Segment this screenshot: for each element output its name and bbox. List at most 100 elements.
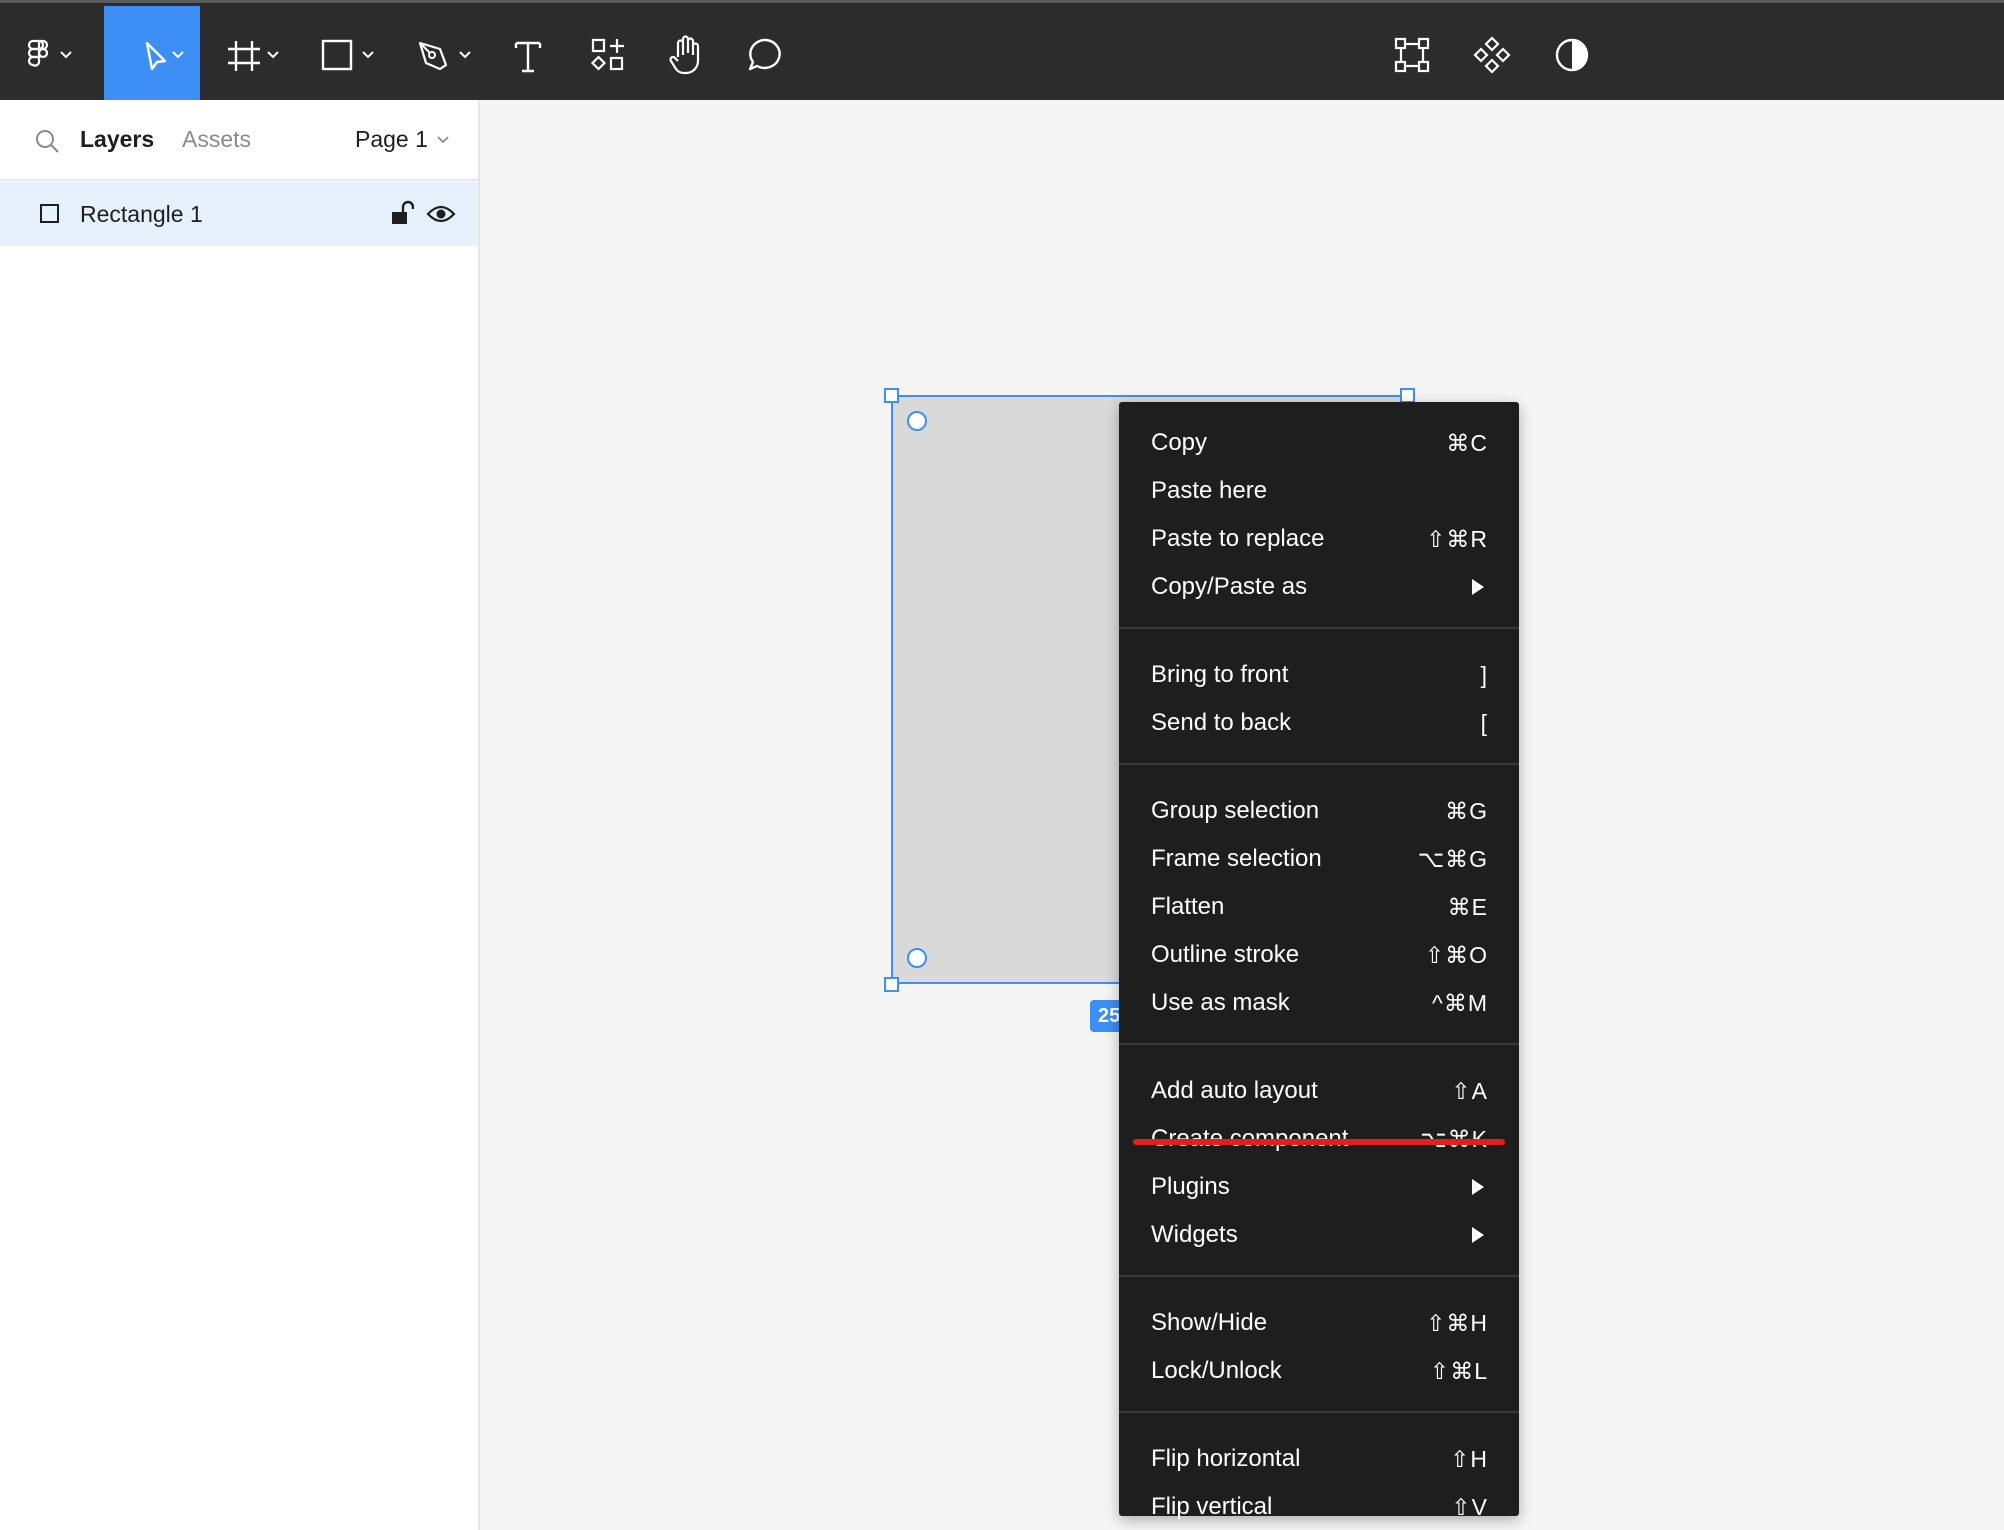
submenu-arrow-icon — [1472, 579, 1484, 595]
menu-item-group-selection[interactable]: Group selection ⌘G — [1119, 788, 1519, 834]
resize-handle-top-right[interactable] — [1400, 388, 1415, 403]
pen-nib-icon — [418, 41, 471, 70]
left-panel: Layers Assets Page 1 Rectangle 1 — [0, 100, 480, 1530]
menu-item-shortcut: ⌘C — [1446, 429, 1488, 456]
menu-item-label: Copy/Paste as — [1151, 573, 1308, 600]
menu-item-bring-to-front[interactable]: Bring to front] — [1119, 652, 1519, 698]
menu-item-copy[interactable]: Copy ⌘C — [1119, 420, 1519, 466]
context-menu: Copy ⌘C Paste here Paste to replace ⇧⌘R Copy/… — [1119, 402, 1519, 1520]
resources-tool-button[interactable] — [588, 6, 628, 103]
menu-item-outline-stroke[interactable]: Outline stroke ⇧⌘O — [1119, 932, 1519, 978]
menu-item-label: Outline stroke — [1151, 941, 1300, 968]
highlight-underline — [1133, 1139, 1505, 1145]
resize-handle-bottom-left[interactable] — [884, 977, 899, 992]
menu-item-shortcut: ⌥⌘G — [1417, 845, 1488, 872]
page-selector[interactable]: Page 1 — [355, 126, 450, 153]
menu-item-flip-vertical[interactable]: Flip vertical ⇧V — [1119, 1484, 1519, 1530]
menu-item-lock-unlock[interactable]: Lock/Unlock ⇧⌘L — [1119, 1348, 1519, 1394]
menu-separator — [1119, 1411, 1519, 1413]
chevron-down-icon — [437, 135, 449, 143]
frame-hash-icon — [228, 40, 279, 71]
text-t-icon — [514, 41, 542, 72]
tab-assets[interactable]: Assets — [182, 126, 251, 153]
comment-bubble-icon — [748, 38, 781, 70]
resize-handle-top-left[interactable] — [884, 388, 899, 403]
menu-separator — [1119, 763, 1519, 765]
frame-tool-button[interactable] — [222, 6, 288, 103]
menu-item-label: Group selection — [1151, 797, 1320, 824]
menu-item-shortcut: ⌘E — [1447, 893, 1488, 920]
menu-separator — [1119, 1275, 1519, 1277]
menu-item-label: Use as mask — [1151, 989, 1290, 1016]
create-component-button[interactable] — [1472, 6, 1512, 103]
menu-item-flip-horizontal[interactable]: Flip horizontal ⇧H — [1119, 1436, 1519, 1482]
submenu-arrow-icon — [1472, 1227, 1484, 1243]
menu-item-shortcut: ⌘G — [1445, 797, 1488, 824]
menu-item-label: Widgets — [1151, 1221, 1238, 1248]
menu-separator — [1119, 627, 1519, 629]
page-name: Page 1 — [355, 126, 428, 152]
menu-item-widgets[interactable]: Widgets — [1119, 1212, 1519, 1258]
menu-item-label: Flatten — [1151, 893, 1225, 920]
figma-menu-button[interactable] — [18, 6, 84, 103]
menu-item-shortcut: ] — [1480, 661, 1488, 688]
menu-item-copy-paste-as[interactable]: Copy/Paste as — [1119, 564, 1519, 610]
rectangle-layer-icon — [40, 204, 59, 223]
search-icon[interactable] — [34, 128, 60, 154]
move-tool-button[interactable] — [104, 6, 200, 103]
toolbar — [0, 0, 2004, 103]
menu-separator — [1119, 1043, 1519, 1045]
menu-item-label: Frame selection — [1151, 845, 1322, 872]
menu-item-label: Bring to front — [1151, 661, 1289, 688]
menu-item-shortcut: ⇧⌘R — [1426, 525, 1488, 552]
layer-row[interactable]: Rectangle 1 — [0, 182, 478, 246]
menu-item-label: Paste to replace — [1151, 525, 1325, 552]
menu-item-label: Flip vertical — [1151, 1493, 1273, 1520]
layer-name: Rectangle 1 — [80, 201, 203, 227]
menu-item-shortcut: ⇧⌘O — [1424, 941, 1488, 968]
component-diamond-icon — [1473, 35, 1511, 74]
dark-mode-button[interactable] — [1552, 6, 1592, 103]
menu-item-label: Paste here — [1151, 477, 1268, 504]
panel-header: Layers Assets Page 1 — [0, 100, 478, 181]
menu-item-shortcut: ⇧V — [1451, 1493, 1488, 1520]
menu-item-label: Flip horizontal — [1151, 1445, 1301, 1472]
corner-radius-handle[interactable] — [907, 411, 927, 431]
menu-item-plugins[interactable]: Plugins — [1119, 1164, 1519, 1210]
submenu-arrow-icon — [1472, 1179, 1484, 1195]
unlock-icon[interactable] — [390, 200, 414, 228]
menu-item-show-hide[interactable]: Show/Hide ⇧⌘H — [1119, 1300, 1519, 1346]
edit-object-button[interactable] — [1392, 6, 1432, 103]
menu-item-frame-selection[interactable]: Frame selection ⌥⌘G — [1119, 836, 1519, 882]
menu-item-label: Show/Hide — [1151, 1309, 1268, 1336]
menu-item-shortcut: ⇧A — [1451, 1077, 1488, 1104]
menu-item-label: Copy — [1151, 429, 1208, 456]
menu-item-send-to-back[interactable]: Send to back [ — [1119, 700, 1519, 746]
pen-tool-button[interactable] — [414, 6, 480, 103]
menu-item-shortcut: [ — [1480, 709, 1488, 736]
menu-item-label: Plugins — [1151, 1173, 1230, 1200]
hand-icon — [669, 34, 700, 74]
eye-icon[interactable] — [426, 202, 456, 226]
menu-item-label: Send to back — [1151, 709, 1292, 736]
text-tool-button[interactable] — [508, 6, 548, 103]
comment-tool-button[interactable] — [746, 6, 786, 103]
menu-item-paste-here[interactable]: Paste here — [1119, 468, 1519, 514]
corner-radius-handle[interactable] — [907, 948, 927, 968]
figma-logo-icon — [27, 39, 72, 67]
shape-tool-button[interactable] — [318, 6, 384, 103]
menu-item-use-as-mask[interactable]: Use as mask ^⌘M — [1119, 980, 1519, 1026]
resources-grid-icon — [590, 38, 624, 71]
menu-item-add-auto-layout[interactable]: Add auto layout ⇧A — [1119, 1068, 1519, 1114]
menu-item-label: Lock/Unlock — [1151, 1357, 1282, 1384]
edit-object-icon — [1394, 37, 1430, 72]
menu-item-paste-to-replace[interactable]: Paste to replace ⇧⌘R — [1119, 516, 1519, 562]
menu-item-shortcut: ⇧⌘L — [1429, 1357, 1488, 1384]
hand-tool-button[interactable] — [666, 6, 706, 103]
menu-item-shortcut: ⇧⌘H — [1426, 1309, 1488, 1336]
menu-item-shortcut: ⇧H — [1450, 1445, 1488, 1472]
tab-layers[interactable]: Layers — [80, 126, 154, 153]
menu-item-flatten[interactable]: Flatten ⌘E — [1119, 884, 1519, 930]
menu-item-label: Add auto layout — [1151, 1077, 1318, 1104]
rectangle-shape-icon — [321, 39, 374, 70]
